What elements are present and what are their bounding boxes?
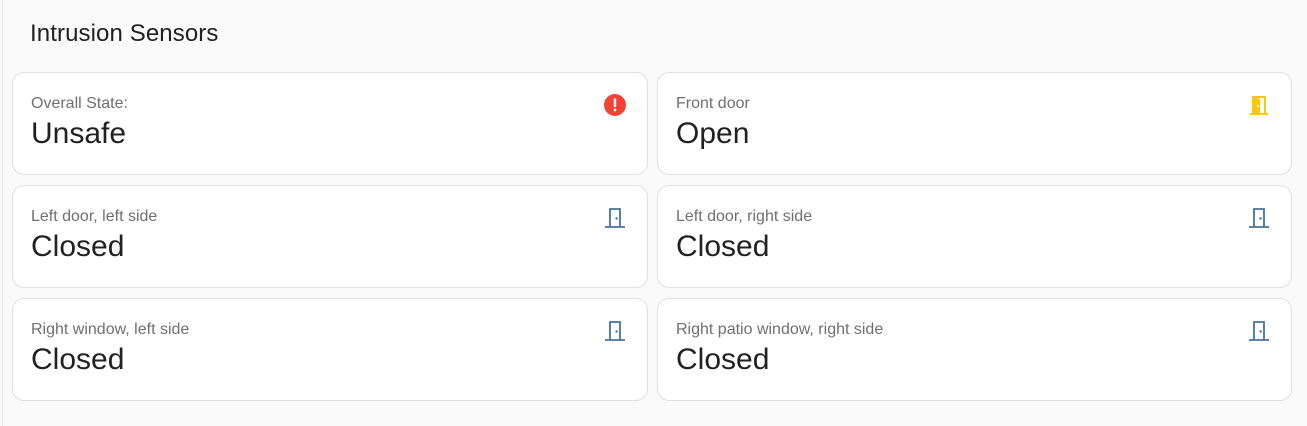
door-closed-icon [602,205,628,231]
tile-name: Right window, left side [31,321,190,338]
tile-overall-state[interactable]: Overall State: Unsafe [12,72,648,175]
tile-right-window-left-side[interactable]: Right window, left side Closed [12,298,648,401]
tile-name: Left door, left side [31,208,158,225]
tile-front-door[interactable]: Front door Open [657,72,1292,175]
tile-state: Closed [31,343,125,376]
intrusion-sensors-card: Intrusion Sensors Overall State: Unsafe … [2,0,1307,426]
door-closed-icon [602,318,628,344]
door-closed-icon [1246,205,1272,231]
tile-state: Open [676,117,750,150]
tile-state: Closed [31,230,125,263]
card-title: Intrusion Sensors [30,20,219,47]
tile-right-patio-window-right-side[interactable]: Right patio window, right side Closed [657,298,1292,401]
tile-name: Overall State: [31,95,128,112]
tile-state: Closed [676,343,770,376]
tile-state: Unsafe [31,117,127,150]
tile-name: Right patio window, right side [676,321,884,338]
door-open-icon [1246,92,1272,118]
alert-circle-icon [602,92,628,118]
tile-state: Closed [676,230,770,263]
tile-left-door-right-side[interactable]: Left door, right side Closed [657,185,1292,288]
tile-left-door-left-side[interactable]: Left door, left side Closed [12,185,648,288]
door-closed-icon [1246,318,1272,344]
tile-name: Left door, right side [676,208,813,225]
sensor-grid: Overall State: Unsafe Front door Open Le… [12,72,1292,401]
tile-name: Front door [676,95,750,112]
